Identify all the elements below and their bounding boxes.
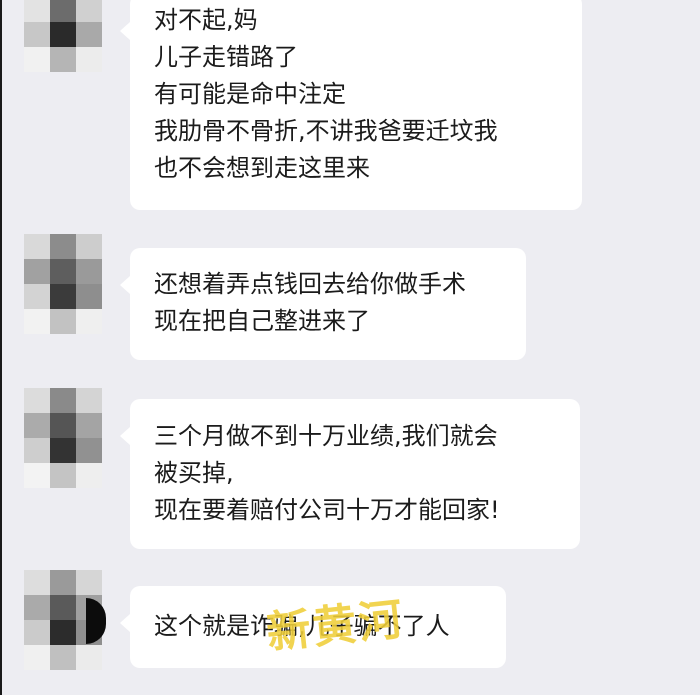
left-edge-divider <box>0 0 2 695</box>
message-text: 对不起,妈 <box>154 6 258 34</box>
avatar-shadow <box>86 598 106 644</box>
message-text: 我肋骨不骨折,不讲我爸要迁坟我 <box>154 117 498 145</box>
avatar[interactable] <box>24 388 102 488</box>
message-bubble[interactable]: 三个月做不到十万业绩,我们就会 被买掉, 现在要着赔付公司十万才能回家! <box>120 399 580 549</box>
message-bubble[interactable]: 对不起,妈 儿子走错路了 有可能是命中注定 我肋骨不骨折,不讲我爸要迁坟我 也不… <box>120 0 582 210</box>
message-bubble[interactable]: 还想着弄点钱回去给你做手术 现在把自己整进来了 <box>120 248 526 360</box>
message-text: 还想着弄点钱回去给你做手术 <box>154 270 466 298</box>
message-text: 也不会想到走这里来 <box>154 154 370 182</box>
message-text: 有可能是命中注定 <box>154 80 346 108</box>
message-text: 儿子走错路了 <box>154 43 298 71</box>
message-text: 被买掉, <box>154 459 234 487</box>
message-text: 现在要着赔付公司十万才能回家! <box>154 496 500 524</box>
message-text: 三个月做不到十万业绩,我们就会 <box>154 422 498 450</box>
avatar[interactable] <box>24 234 102 334</box>
avatar[interactable] <box>24 0 102 72</box>
message-text: 现在把自己整进来了 <box>154 307 370 335</box>
